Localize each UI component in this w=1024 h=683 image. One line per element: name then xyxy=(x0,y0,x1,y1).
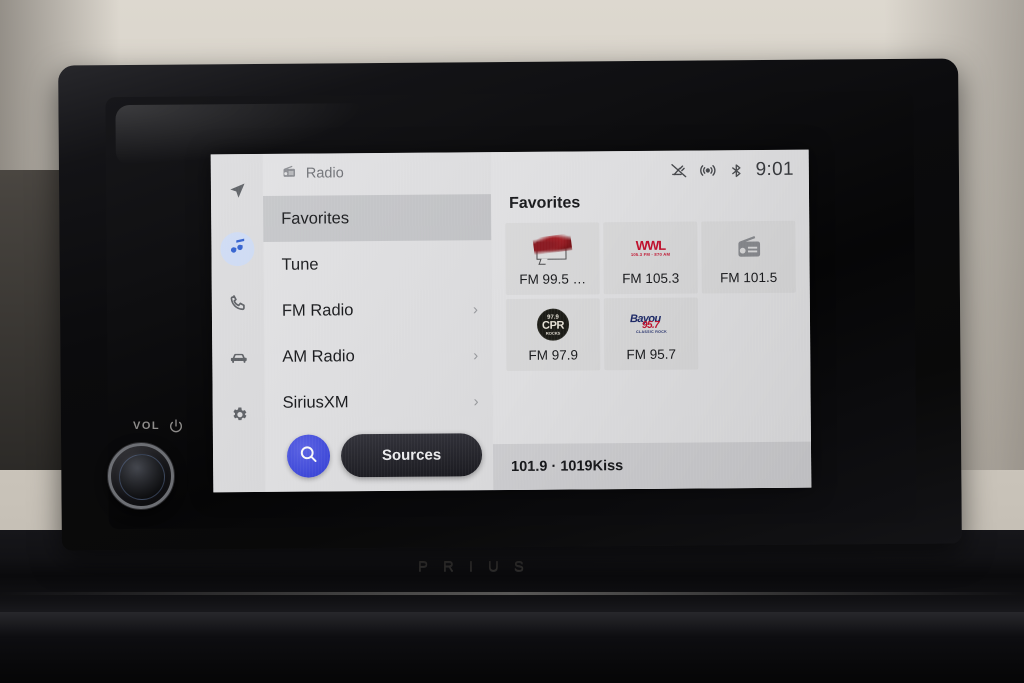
clock: 9:01 xyxy=(755,158,794,181)
radio-icon xyxy=(281,163,297,184)
dashboard-seam-lower xyxy=(0,612,1024,638)
gear-icon xyxy=(229,405,248,429)
station-logo-995 xyxy=(531,232,573,266)
station-logo-cpr: 97.9 CPR ROCKS xyxy=(536,308,570,342)
sidebar-item-phone[interactable] xyxy=(221,288,255,322)
phone-icon xyxy=(228,293,247,317)
bluetooth-icon xyxy=(728,162,745,179)
menu-item-label: SiriusXM xyxy=(282,392,349,412)
now-playing-bar[interactable]: 101.9 · 1019Kiss xyxy=(492,441,812,491)
menu-item-label: Tune xyxy=(281,255,319,274)
chevron-right-icon: › xyxy=(472,300,478,318)
satellite-off-icon xyxy=(670,162,688,180)
cpr-logo-tagline: ROCKS xyxy=(545,330,561,336)
power-icon[interactable] xyxy=(168,418,184,434)
favorite-preset-empty[interactable] xyxy=(702,297,797,370)
dashboard-lower xyxy=(0,530,1024,683)
radio-menu-panel: Radio Favorites Tune FM Radio › AM Radio… xyxy=(262,152,494,492)
nav-rail xyxy=(210,153,266,493)
chevron-right-icon: › xyxy=(473,392,479,410)
menu-item-tune[interactable]: Tune xyxy=(263,240,491,288)
sidebar-item-navigation[interactable] xyxy=(220,176,254,210)
chevron-right-icon: › xyxy=(473,346,479,364)
menu-list: Favorites Tune FM Radio › AM Radio › Sir… xyxy=(263,192,493,426)
menu-item-fm-radio[interactable]: FM Radio › xyxy=(264,286,492,334)
favorite-label: FM 97.9 xyxy=(528,347,579,363)
favorite-preset-2[interactable]: WWL 105.3 FM · 870 AM FM 105.3 xyxy=(603,221,698,295)
cpr-logo-name: CPR xyxy=(541,319,565,332)
station-logo-bayou: Bayou 95.7 CLASSIC ROCK xyxy=(628,307,674,341)
sidebar-item-settings[interactable] xyxy=(222,400,256,434)
bayou-logo-tagline: CLASSIC ROCK xyxy=(636,329,668,335)
status-bar: 9:01 xyxy=(491,150,809,192)
menu-item-siriusxm[interactable]: SiriusXM › xyxy=(264,378,492,426)
dashboard-seam xyxy=(0,592,1024,595)
pane-title: Favorites xyxy=(509,194,581,213)
menu-item-favorites[interactable]: Favorites xyxy=(263,194,492,242)
infotainment-screen: Radio Favorites Tune FM Radio › AM Radio… xyxy=(210,149,812,493)
favorite-label: FM 105.3 xyxy=(622,270,680,287)
car-icon xyxy=(229,349,248,373)
menu-header: Radio xyxy=(263,152,491,194)
sources-button[interactable]: Sources xyxy=(340,433,483,478)
favorite-label: FM 101.5 xyxy=(720,269,778,286)
music-note-icon xyxy=(228,237,247,261)
favorite-preset-4[interactable]: 97.9 CPR ROCKS FM 97.9 xyxy=(505,298,601,372)
volume-knob[interactable] xyxy=(108,443,174,509)
wwl-logo-text: WWL xyxy=(635,237,666,253)
menu-header-label: Radio xyxy=(305,165,344,182)
wwl-logo-subtext: 105.3 FM · 870 AM xyxy=(630,251,671,257)
broadcast-icon xyxy=(699,161,717,179)
radio-placeholder-icon xyxy=(733,230,763,264)
favorite-preset-1[interactable]: FM 99.5 … xyxy=(505,222,600,296)
sidebar-item-vehicle[interactable] xyxy=(221,344,255,378)
navigation-arrow-icon xyxy=(227,181,246,205)
favorites-grid: FM 99.5 … WWL 105.3 FM · 870 AM FM 105.3 xyxy=(491,220,810,372)
volume-label: VOL xyxy=(133,420,161,432)
search-icon xyxy=(298,443,319,469)
favorite-label: FM 99.5 … xyxy=(519,271,587,287)
station-logo-wwl: WWL 105.3 FM · 870 AM xyxy=(631,231,671,265)
search-button[interactable] xyxy=(286,434,331,478)
favorite-preset-3[interactable]: FM 101.5 xyxy=(701,220,796,294)
favorites-pane: 9:01 Favorites FM 99.5 … WWL 105.3 FM · … xyxy=(490,149,812,491)
sidebar-item-media[interactable] xyxy=(220,232,255,267)
bottom-controls: Sources xyxy=(286,433,483,478)
menu-item-label: Favorites xyxy=(281,208,350,228)
menu-item-label: AM Radio xyxy=(282,346,355,366)
prius-badge: PRIUS xyxy=(418,558,539,575)
favorite-preset-5[interactable]: Bayou 95.7 CLASSIC ROCK FM 95.7 xyxy=(603,297,699,371)
menu-item-label: FM Radio xyxy=(281,300,354,320)
menu-item-am-radio[interactable]: AM Radio › xyxy=(264,332,492,380)
favorite-label: FM 95.7 xyxy=(626,346,677,363)
